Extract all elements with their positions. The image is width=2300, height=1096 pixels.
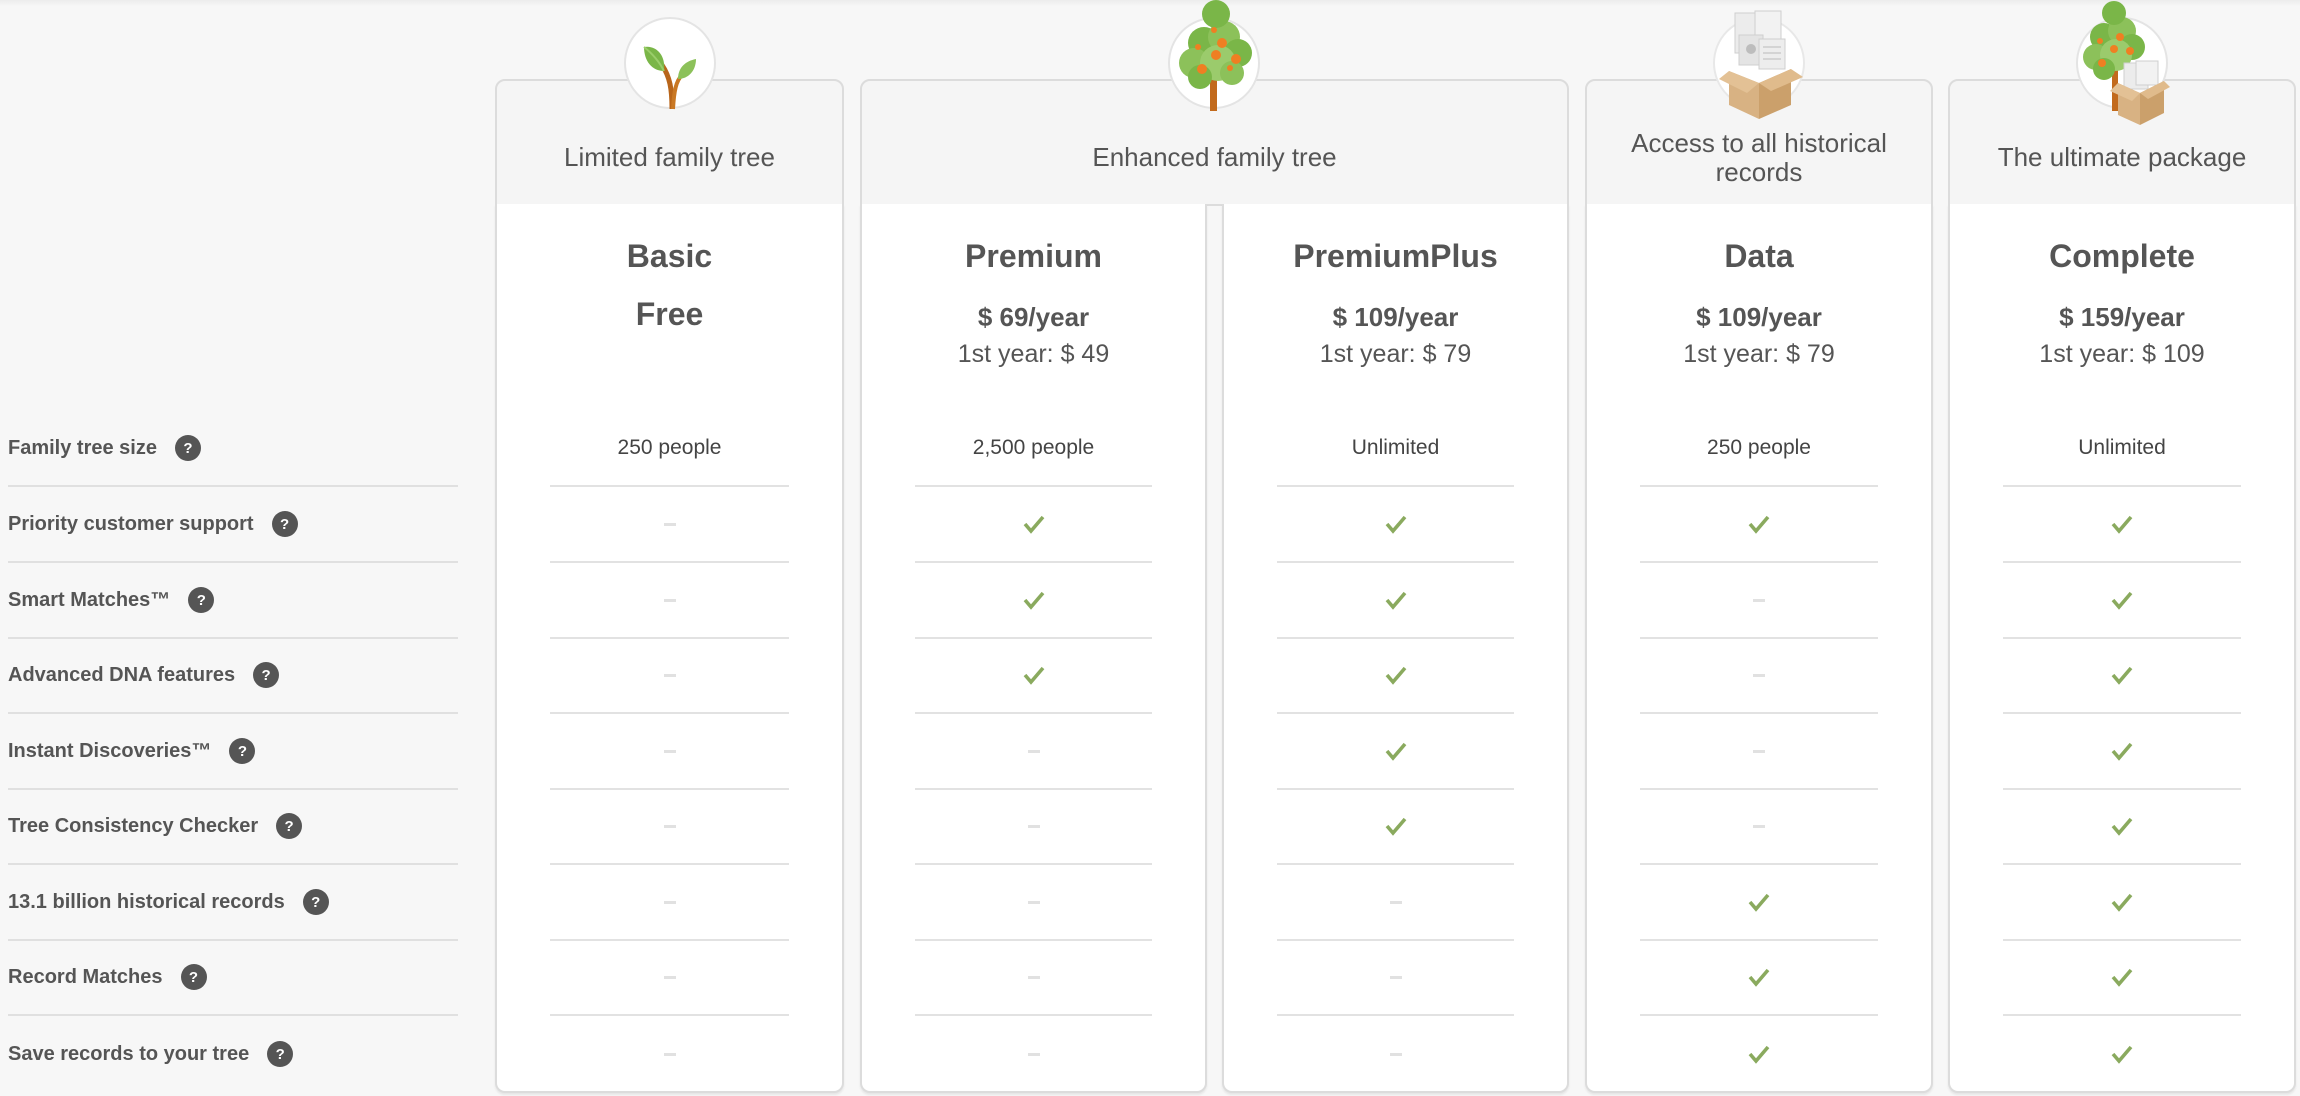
feature-label: Instant Discoveries™ [8, 739, 212, 762]
question-icon[interactable]: ? [180, 964, 207, 990]
question-icon[interactable]: ? [271, 511, 298, 537]
plan-card-basic [495, 204, 844, 1093]
feature-label-row: Tree Consistency Checker ? [8, 789, 458, 865]
sprout-icon [624, 17, 716, 110]
top-edge-shadow [0, 0, 2300, 6]
feature-label-row: Advanced DNA features ? [8, 638, 458, 714]
feature-label-row: Smart Matches™ ? [8, 563, 458, 639]
group-title: The ultimate package [1997, 142, 2247, 172]
plan-card-premium [860, 204, 1207, 1093]
question-icon[interactable]: ? [174, 435, 201, 461]
records-box-icon [1713, 10, 1805, 119]
question-icon[interactable]: ? [276, 813, 303, 839]
feature-label-row: Family tree size ? [8, 411, 458, 487]
plan-card-data [1585, 204, 1933, 1093]
feature-label: 13.1 billion historical records [8, 890, 285, 913]
question-icon[interactable]: ? [253, 662, 280, 688]
feature-label: Priority customer support [8, 512, 254, 535]
feature-label-row: Record Matches ? [8, 940, 458, 1016]
question-icon[interactable]: ? [188, 587, 215, 613]
feature-label: Smart Matches™ [8, 588, 171, 611]
fruit-tree-icon [1168, 0, 1260, 111]
feature-label: Tree Consistency Checker [8, 814, 259, 837]
feature-label: Save records to your tree [8, 1042, 250, 1065]
group-title: Access to all historical records [1631, 127, 1887, 187]
question-icon[interactable]: ? [302, 889, 329, 915]
feature-label-row: Save records to your tree ? [8, 1016, 458, 1092]
tree-and-box-icon [2076, 1, 2170, 125]
feature-label-row: Instant Discoveries™ ? [8, 714, 458, 790]
question-icon[interactable]: ? [267, 1041, 294, 1067]
feature-label-row: 13.1 billion historical records ? [8, 865, 458, 941]
group-title: Enhanced family tree [1092, 142, 1337, 172]
feature-label-row: Priority customer support ? [8, 487, 458, 563]
plan-card-complete [1948, 204, 2296, 1093]
question-icon[interactable]: ? [229, 738, 256, 764]
feature-label: Advanced DNA features [8, 663, 236, 686]
feature-label: Record Matches [8, 965, 163, 988]
plan-card-premiumplus [1222, 204, 1569, 1093]
feature-label: Family tree size [8, 436, 157, 459]
group-title: Limited family tree [564, 142, 775, 172]
